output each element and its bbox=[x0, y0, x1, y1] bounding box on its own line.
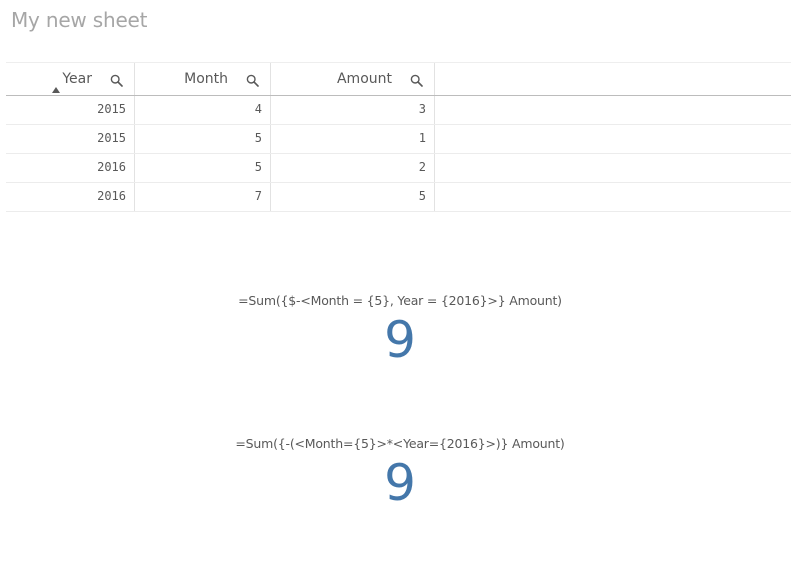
table-cell-empty bbox=[435, 183, 791, 211]
column-header-label: Month bbox=[184, 71, 228, 87]
table-row[interactable]: 2016 5 2 bbox=[6, 154, 791, 183]
cell-value: 7 bbox=[254, 189, 262, 203]
cell-value: 3 bbox=[418, 102, 426, 116]
kpi-value: 9 bbox=[384, 454, 416, 512]
table-cell-month[interactable]: 7 bbox=[135, 183, 271, 211]
column-header-label: Year bbox=[62, 71, 92, 87]
kpi-object-2[interactable]: =Sum({-(<Month={5}>*<Year={2016}>)} Amou… bbox=[0, 436, 800, 511]
cell-value: 5 bbox=[254, 160, 262, 174]
cell-value: 5 bbox=[418, 189, 426, 203]
cell-value: 2 bbox=[418, 160, 426, 174]
table-cell-month[interactable]: 5 bbox=[135, 154, 271, 182]
cell-value: 4 bbox=[254, 102, 262, 116]
table-header-row: Year Month Amount bbox=[6, 63, 791, 96]
kpi-expression-label: =Sum({-(<Month={5}>*<Year={2016}>)} Amou… bbox=[235, 436, 565, 451]
kpi-expression-label: =Sum({$-<Month = {5}, Year = {2016}>} Am… bbox=[238, 293, 562, 308]
cell-value: 2015 bbox=[97, 131, 126, 145]
kpi-object-1[interactable]: =Sum({$-<Month = {5}, Year = {2016}>} Am… bbox=[0, 293, 800, 368]
column-header-year[interactable]: Year bbox=[6, 63, 135, 95]
search-icon[interactable] bbox=[246, 74, 259, 87]
column-header-amount[interactable]: Amount bbox=[271, 63, 435, 95]
column-header-month[interactable]: Month bbox=[135, 63, 271, 95]
table-cell-empty bbox=[435, 154, 791, 182]
table-row[interactable]: 2016 7 5 bbox=[6, 183, 791, 212]
table-cell-month[interactable]: 4 bbox=[135, 96, 271, 124]
table-cell-year[interactable]: 2016 bbox=[6, 154, 135, 182]
table-cell-empty bbox=[435, 125, 791, 153]
table-cell-amount[interactable]: 5 bbox=[271, 183, 435, 211]
column-header-empty bbox=[435, 63, 791, 95]
table-cell-year[interactable]: 2015 bbox=[6, 125, 135, 153]
column-header-label: Amount bbox=[336, 71, 392, 87]
search-icon[interactable] bbox=[110, 74, 123, 87]
search-icon[interactable] bbox=[410, 74, 423, 87]
sheet-title: My new sheet bbox=[11, 8, 148, 32]
table-cell-amount[interactable]: 1 bbox=[271, 125, 435, 153]
table-cell-month[interactable]: 5 bbox=[135, 125, 271, 153]
table-row[interactable]: 2015 5 1 bbox=[6, 125, 791, 154]
table-cell-year[interactable]: 2015 bbox=[6, 96, 135, 124]
table-cell-amount[interactable]: 2 bbox=[271, 154, 435, 182]
cell-value: 2016 bbox=[97, 160, 126, 174]
sort-ascending-icon[interactable] bbox=[52, 87, 60, 93]
cell-value: 5 bbox=[254, 131, 262, 145]
table-cell-year[interactable]: 2016 bbox=[6, 183, 135, 211]
cell-value: 2015 bbox=[97, 102, 126, 116]
table-row[interactable]: 2015 4 3 bbox=[6, 96, 791, 125]
kpi-value: 9 bbox=[384, 311, 416, 369]
cell-value: 1 bbox=[418, 131, 426, 145]
table-cell-amount[interactable]: 3 bbox=[271, 96, 435, 124]
cell-value: 2016 bbox=[97, 189, 126, 203]
table-cell-empty bbox=[435, 96, 791, 124]
